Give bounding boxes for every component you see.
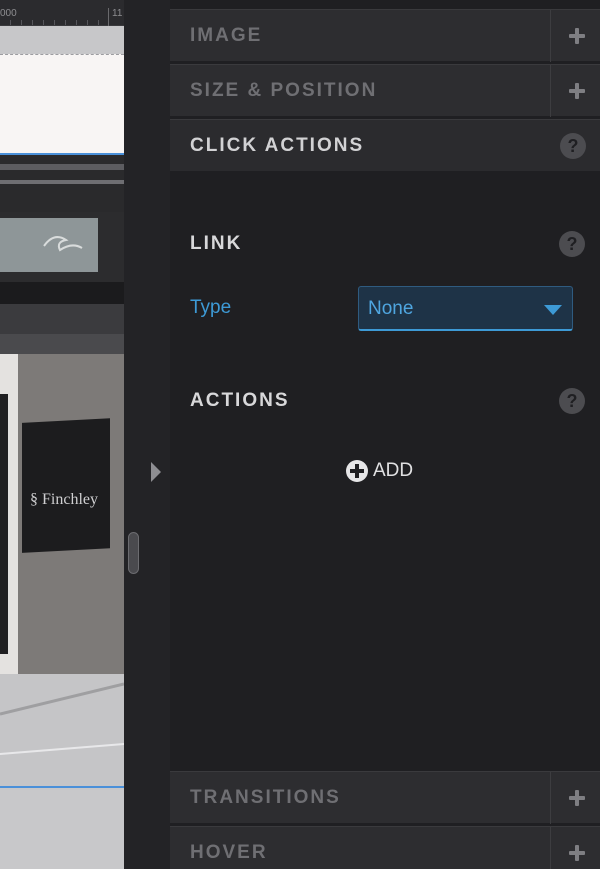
selection-border-bottom [0,786,124,788]
canvas-blank-region [0,54,124,154]
section-title: HOVER [190,842,268,863]
ruler-tick [108,8,109,26]
plus-circle-icon [346,460,368,482]
section-header-hover[interactable]: HOVER [170,826,600,869]
ruler-tick [10,20,11,25]
ruler-tick [65,20,66,25]
expand-button[interactable] [550,10,600,62]
help-icon[interactable]: ? [559,231,585,257]
ruler-tick [32,20,33,25]
selection-border-top [0,153,124,155]
plus-icon [569,28,585,44]
help-icon[interactable]: ? [559,388,585,414]
link-type-select[interactable]: None [358,286,573,331]
ruler-tick [21,20,22,25]
section-header-transitions[interactable]: TRANSITIONS [170,771,600,824]
expand-button[interactable] [550,65,600,117]
street-photo: § Finchley [0,154,124,788]
expand-button[interactable] [550,827,600,869]
add-label: ADD [373,460,414,481]
ruler-label: 11 [112,8,123,19]
ruler-label: 000 [0,8,17,19]
horizontal-ruler: 000 11 [0,0,124,26]
chevron-right-icon[interactable] [151,462,161,482]
selected-value: None [368,298,414,319]
panel-splitter[interactable] [124,0,170,869]
section-header-click-actions[interactable]: CLICK ACTIONS ? [170,119,600,171]
ruler-tick [54,20,55,25]
plus-icon [569,790,585,806]
section-header-size-position[interactable]: SIZE & POSITION [170,64,600,117]
plus-icon [569,845,585,861]
section-title: CLICK ACTIONS [190,135,365,156]
plus-icon [569,83,585,99]
expand-button[interactable] [550,772,600,824]
ruler-tick [76,20,77,25]
ruler-tick [43,20,44,25]
canvas-scrollbar-thumb[interactable] [128,532,139,574]
ruler-tick [87,20,88,25]
inspector-panel: IMAGE SIZE & POSITION CLICK ACTIONS ? LI… [170,0,600,869]
section-title: TRANSITIONS [190,787,341,808]
section-title: SIZE & POSITION [190,80,378,101]
actions-title: ACTIONS [190,390,290,411]
chevron-down-icon [544,305,562,315]
canvas-blank-region [0,790,124,869]
help-icon[interactable]: ? [560,133,586,159]
type-label: Type [190,297,232,318]
section-header-image[interactable]: IMAGE [170,9,600,62]
link-title: LINK [190,233,243,254]
canvas-preview[interactable]: 000 11 § Finchley [0,0,124,869]
selected-image[interactable]: § Finchley [0,154,124,788]
ruler-tick [98,20,99,25]
svg-text:§ Finchley: § Finchley [30,491,98,508]
section-title: IMAGE [190,25,263,46]
